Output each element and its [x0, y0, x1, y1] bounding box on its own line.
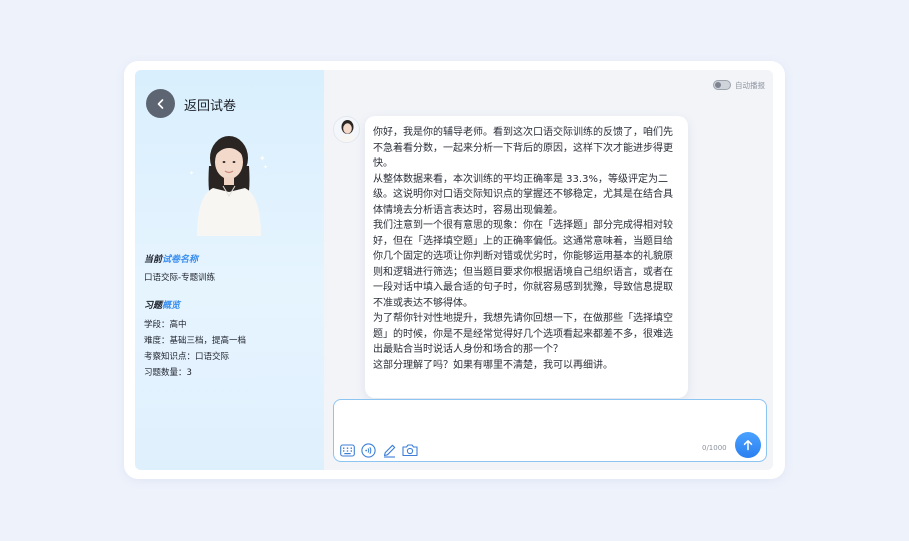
message-paragraph: 这部分理解了吗？如果有哪里不清楚，我可以再细讲。 [373, 359, 613, 371]
sidebar: 返回试卷 ✦ ✦ ✦ 当前试卷名称 口语交际-专题训练 习题概览 学段：高中 难… [135, 70, 324, 470]
overview-item-knowledge: 考察知识点：口语交际 [144, 352, 230, 362]
overview-heading: 习题概览 [144, 298, 180, 311]
pen-icon [383, 444, 395, 458]
teacher-portrait: ✦ ✦ ✦ [183, 126, 275, 236]
keyboard-icon [339, 443, 355, 457]
paper-heading-part2: 试卷名称 [162, 255, 199, 265]
back-button[interactable] [146, 89, 175, 118]
pen-button[interactable] [381, 442, 397, 458]
overview-heading-part1: 习题 [144, 301, 163, 311]
app-screen: 返回试卷 ✦ ✦ ✦ 当前试卷名称 口语交际-专题训练 习题概览 学段：高中 难… [135, 70, 773, 470]
toggle-knob [715, 82, 721, 88]
autoplay-toggle[interactable] [713, 80, 731, 90]
paper-heading-part1: 当前 [144, 255, 163, 265]
overview-heading-part2: 概览 [162, 301, 181, 311]
chat-panel: 自动播报 你好，我是你的辅导老师。看到这次口语交际训练的反馈了，咱们先不急着看分… [324, 70, 773, 470]
overview-item-stage: 学段：高中 [144, 320, 187, 330]
autoplay-label: 自动播报 [735, 81, 765, 90]
back-title[interactable]: 返回试卷 [184, 95, 236, 114]
message-paragraph: 我们注意到一个很有意思的现象：你在「选择题」部分完成得相对较好，但在「选择填空题… [373, 220, 673, 309]
chevron-left-icon [157, 98, 163, 109]
send-button[interactable] [735, 432, 761, 458]
message-paragraph: 你好，我是你的辅导老师。看到这次口语交际训练的反馈了，咱们先不急着看分数，一起来… [373, 127, 673, 169]
voice-icon [360, 442, 376, 458]
paper-heading: 当前试卷名称 [144, 252, 198, 265]
message-paragraph: 从整体数据来看，本次训练的平均正确率是 33.3%，等级评定为二级。这说明你对口… [373, 173, 673, 216]
app-frame: 返回试卷 ✦ ✦ ✦ 当前试卷名称 口语交际-专题训练 习题概览 学段：高中 难… [124, 61, 785, 479]
arrow-up-icon [743, 440, 753, 451]
overview-item-difficulty: 难度：基础三档，提高一档 [144, 336, 247, 346]
camera-button[interactable] [402, 442, 418, 458]
message-bubble: 你好，我是你的辅导老师。看到这次口语交际训练的反馈了，咱们先不急着看分数，一起来… [365, 116, 688, 398]
overview-item-count: 习题数量：3 [144, 368, 192, 378]
char-counter: 0/1000 [702, 444, 727, 452]
voice-button[interactable] [360, 442, 376, 458]
message-input-area[interactable]: 0/1000 [333, 399, 767, 462]
paper-name: 口语交际-专题训练 [144, 273, 216, 283]
message-paragraph: 为了帮你针对性地提升，我想先请你回想一下，在做那些「选择填空题」的时候，你是不是… [373, 313, 673, 355]
camera-icon [402, 444, 418, 457]
keyboard-button[interactable] [339, 442, 355, 458]
teacher-avatar [333, 116, 360, 143]
